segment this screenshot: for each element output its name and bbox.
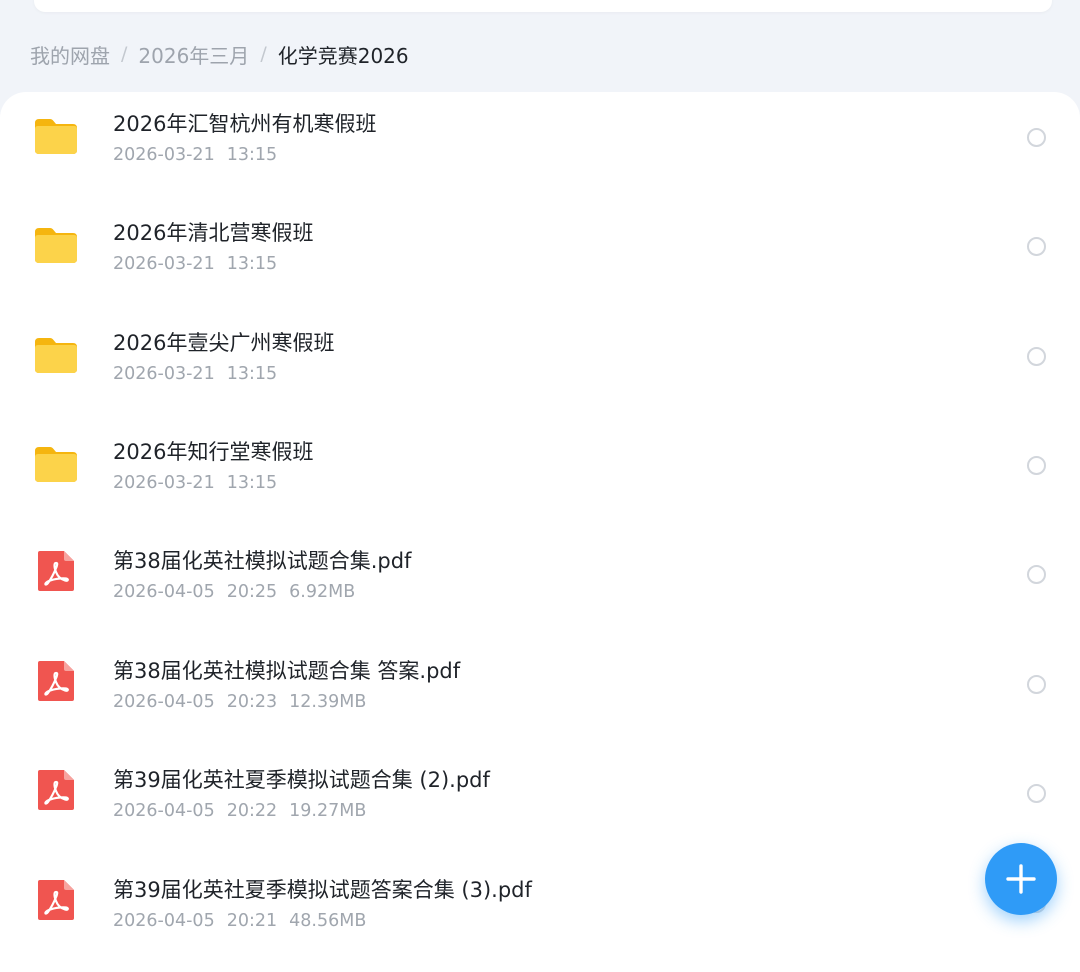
file-time: 13:15 xyxy=(226,473,278,493)
pdf-icon xyxy=(32,657,80,705)
file-row[interactable]: 第38届化英社模拟试题合集 答案.pdf 2026-04-05 20:23 12.39… xyxy=(0,643,1080,752)
select-radio[interactable] xyxy=(1027,675,1046,694)
select-radio[interactable] xyxy=(1027,237,1046,256)
file-date: 2026-04-05 xyxy=(113,911,215,931)
folder-row[interactable]: 2026年汇智杭州有机寒假班 2026-03-21 13:15 xyxy=(0,96,1080,205)
breadcrumb-item-root[interactable]: 我的网盘 xyxy=(30,40,110,69)
file-size: 12.39MB xyxy=(289,692,367,712)
file-time: 20:23 xyxy=(226,692,278,712)
folder-row[interactable]: 2026年知行堂寒假班 2026-03-21 13:15 xyxy=(0,424,1080,533)
search-bar[interactable] xyxy=(34,0,1052,12)
file-meta: 2026-03-21 13:15 xyxy=(113,254,277,274)
file-size: 6.92MB xyxy=(289,582,356,602)
file-name: 2026年壹尖广州寒假班 xyxy=(113,331,335,355)
folder-icon xyxy=(32,440,80,488)
folder-row[interactable]: 2026年壹尖广州寒假班 2026-03-21 13:15 xyxy=(0,315,1080,424)
file-name: 2026年知行堂寒假班 xyxy=(113,440,314,464)
file-meta: 2026-03-21 13:15 xyxy=(113,145,277,165)
file-list: 2026年汇智杭州有机寒假班 2026-03-21 13:15 2026年清北营寒假… xyxy=(0,92,1080,972)
select-radio[interactable] xyxy=(1027,784,1046,803)
breadcrumb-item-month[interactable]: 2026年三月 xyxy=(138,40,249,69)
file-time: 13:15 xyxy=(226,145,278,165)
file-name: 2026年清北营寒假班 xyxy=(113,221,314,245)
file-date: 2026-03-21 xyxy=(113,254,215,274)
breadcrumb: 我的网盘 / 2026年三月 / 化学竞赛2026 xyxy=(30,38,409,70)
file-date: 2026-03-21 xyxy=(113,473,215,493)
file-date: 2026-04-05 xyxy=(113,801,215,821)
file-meta: 2026-04-05 20:22 19.27MB xyxy=(113,801,366,821)
add-button[interactable] xyxy=(985,843,1057,915)
file-time: 20:25 xyxy=(226,582,278,602)
file-meta: 2026-04-05 20:23 12.39MB xyxy=(113,692,366,712)
breadcrumb-separator: / xyxy=(121,43,128,65)
select-radio[interactable] xyxy=(1027,347,1046,366)
file-name: 2026年汇智杭州有机寒假班 xyxy=(113,112,377,136)
file-meta: 2026-03-21 13:15 xyxy=(113,364,277,384)
breadcrumb-item-current: 化学竞赛2026 xyxy=(277,43,409,68)
file-name: 第39届化英社夏季模拟试题合集 (2).pdf xyxy=(113,768,490,792)
pdf-icon xyxy=(32,547,80,595)
file-time: 20:22 xyxy=(226,801,278,821)
folder-icon xyxy=(32,221,80,269)
file-row[interactable]: 第38届化英社模拟试题合集.pdf 2026-04-05 20:25 6.92MB xyxy=(0,533,1080,642)
file-name: 第38届化英社模拟试题合集.pdf xyxy=(113,549,412,573)
file-size: 48.56MB xyxy=(289,911,367,931)
file-date: 2026-04-05 xyxy=(113,692,215,712)
folder-icon xyxy=(32,112,80,160)
folder-icon xyxy=(32,331,80,379)
file-row[interactable]: 第39届化英社夏季模拟试题答案合集 (3).pdf 2026-04-05 20:21… xyxy=(0,862,1080,971)
plus-icon xyxy=(1006,864,1036,894)
file-size: 19.27MB xyxy=(289,801,367,821)
folder-row[interactable]: 2026年清北营寒假班 2026-03-21 13:15 xyxy=(0,205,1080,314)
select-radio[interactable] xyxy=(1027,456,1046,475)
file-meta: 2026-03-21 13:15 xyxy=(113,473,277,493)
file-date: 2026-04-05 xyxy=(113,582,215,602)
file-meta: 2026-04-05 20:21 48.56MB xyxy=(113,911,366,931)
file-row[interactable]: 第39届化英社夏季模拟试题合集 (2).pdf 2026-04-05 20:22 19… xyxy=(0,752,1080,861)
file-date: 2026-03-21 xyxy=(113,364,215,384)
pdf-icon xyxy=(32,876,80,924)
file-time: 13:15 xyxy=(226,364,278,384)
file-date: 2026-03-21 xyxy=(113,145,215,165)
select-radio[interactable] xyxy=(1027,565,1046,584)
file-name: 第38届化英社模拟试题合集 答案.pdf xyxy=(113,659,461,683)
breadcrumb-separator: / xyxy=(260,43,267,65)
select-radio[interactable] xyxy=(1027,128,1046,147)
file-name: 第39届化英社夏季模拟试题答案合集 (3).pdf xyxy=(113,878,532,902)
pdf-icon xyxy=(32,766,80,814)
file-time: 20:21 xyxy=(226,911,278,931)
file-time: 13:15 xyxy=(226,254,278,274)
file-meta: 2026-04-05 20:25 6.92MB xyxy=(113,582,355,602)
